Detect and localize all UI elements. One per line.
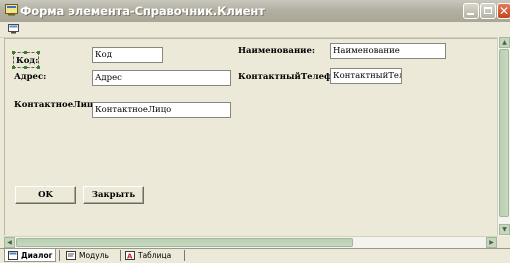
tab-dialog[interactable]: Диалог — [4, 249, 56, 262]
name-label[interactable]: Наименование: — [238, 46, 315, 56]
form-toolbar — [0, 22, 510, 38]
contact-person-field[interactable]: КонтактноеЛицо — [92, 102, 231, 118]
title-bar[interactable]: Форма элемента-Справочник.Клиент ✕ — [0, 0, 510, 23]
contact-phone-label[interactable]: КонтактныйТелефон — [238, 72, 344, 82]
maximize-icon — [484, 7, 492, 14]
resize-handle[interactable] — [37, 51, 40, 54]
address-label[interactable]: Адрес: — [14, 72, 46, 82]
scroll-down-icon[interactable]: ▼ — [499, 224, 510, 235]
scroll-corner — [497, 236, 510, 248]
module-icon — [66, 251, 76, 260]
resize-handle[interactable] — [12, 51, 15, 54]
table-icon: A — [125, 251, 135, 260]
form-designer-window: Форма элемента-Справочник.Клиент ✕ Код: … — [0, 0, 510, 263]
resize-handle[interactable] — [24, 66, 27, 69]
svg-text:A: A — [127, 253, 133, 261]
close-button[interactable]: Закрыть — [83, 186, 144, 204]
maximize-button[interactable] — [480, 3, 496, 19]
tab-module[interactable]: Модуль — [63, 249, 117, 262]
vertical-scroll-thumb[interactable] — [499, 49, 509, 217]
resize-handle[interactable] — [37, 66, 40, 69]
resize-handle[interactable] — [24, 51, 27, 54]
tab-dialog-label: Диалог — [21, 251, 53, 260]
scroll-up-icon[interactable]: ▲ — [499, 37, 510, 48]
dialog-icon — [8, 251, 18, 260]
code-label[interactable]: Код: — [16, 56, 38, 66]
ok-button[interactable]: OK — [15, 186, 76, 204]
contact-person-label[interactable]: КонтактноеЛицо: — [14, 100, 102, 110]
form-canvas — [4, 38, 498, 235]
tab-divider — [184, 250, 185, 261]
close-window-button[interactable]: ✕ — [497, 3, 510, 19]
tab-divider — [120, 250, 121, 261]
vertical-scrollbar[interactable]: ▲ ▼ — [497, 37, 510, 236]
close-icon: ✕ — [499, 4, 510, 18]
window-title: Форма элемента-Справочник.Клиент — [20, 4, 265, 18]
address-field[interactable]: Адрес — [92, 70, 231, 86]
minimize-icon — [467, 13, 474, 15]
scroll-left-icon[interactable]: ◀ — [4, 237, 15, 248]
resize-handle[interactable] — [12, 66, 15, 69]
scroll-right-icon[interactable]: ▶ — [486, 237, 497, 248]
horizontal-scrollbar[interactable]: ◀ ▶ — [4, 236, 497, 248]
code-field[interactable]: Код — [92, 47, 163, 63]
tab-module-label: Модуль — [79, 251, 109, 260]
editor-tabs: Диалог Модуль A Таблица — [0, 248, 510, 263]
contact-phone-field[interactable]: КонтактныйТелеф — [330, 68, 402, 84]
app-form-icon — [5, 4, 18, 16]
form-properties-icon[interactable] — [8, 24, 19, 34]
name-field[interactable]: Наименование — [330, 43, 446, 59]
tab-table[interactable]: A Таблица — [122, 249, 182, 262]
minimize-button[interactable] — [463, 3, 479, 19]
tab-table-label: Таблица — [138, 251, 172, 260]
horizontal-scroll-thumb[interactable] — [16, 238, 353, 247]
tab-divider — [59, 250, 60, 261]
